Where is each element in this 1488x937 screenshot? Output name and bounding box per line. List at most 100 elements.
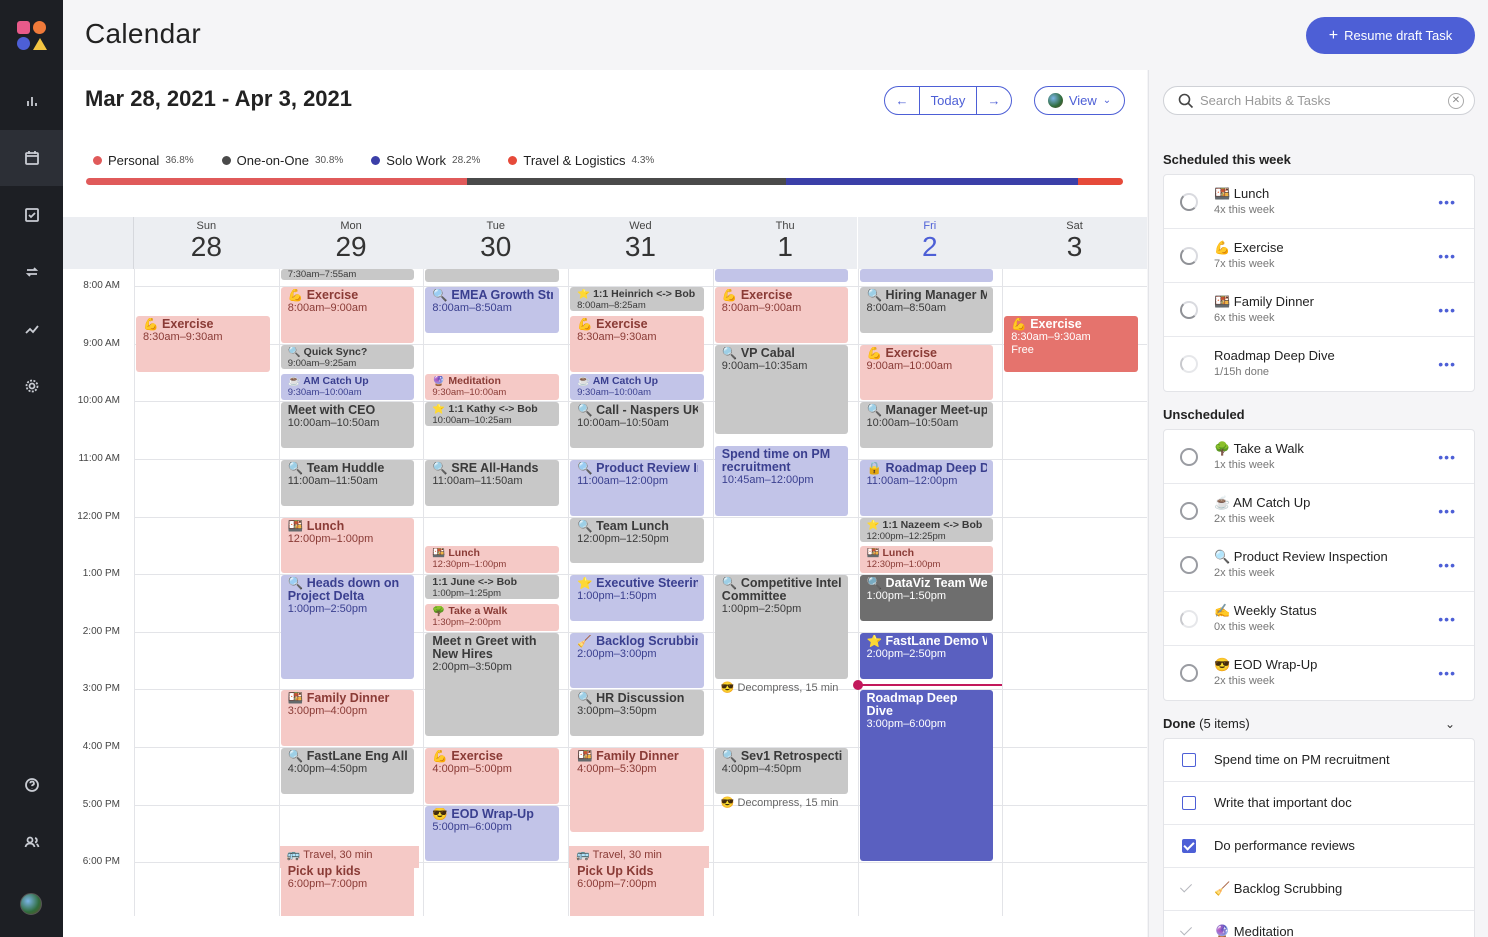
calendar-event[interactable] — [714, 269, 849, 283]
more-options-icon[interactable]: ••• — [1438, 449, 1456, 465]
calendar-event[interactable]: 🔍 Manager Meet-up 10:00am–10:50am — [859, 402, 994, 449]
nav-settings[interactable] — [0, 358, 63, 414]
resume-draft-task-button[interactable]: + Resume draft Task — [1306, 17, 1475, 54]
nav-team[interactable] — [0, 814, 63, 870]
calendar-event[interactable]: 💪 Exercise 8:00am–9:00am — [280, 287, 415, 343]
calendar-event[interactable]: 🔍 HR Discussion 3:00pm–3:50pm — [570, 690, 704, 737]
calendar-event[interactable]: 🔮 Meditation 9:30am–10:00am — [425, 373, 560, 401]
done-task-row[interactable]: Spend time on PM recruitment — [1164, 739, 1474, 782]
habit-row[interactable]: ☕ AM Catch Up 2x this week ••• — [1164, 484, 1474, 538]
calendar-event[interactable]: 🌳 Take a Walk 1:30pm–2:00pm — [425, 604, 560, 631]
calendar-event[interactable]: 🍱 Lunch 12:30pm–1:00pm — [425, 546, 560, 574]
task-checkbox[interactable] — [1182, 796, 1196, 810]
calendar-event[interactable]: ⭐ 1:1 Heinrich <-> Bob 8:00am–8:25am — [570, 287, 704, 312]
checkmark-icon[interactable] — [1179, 923, 1193, 936]
calendar-event[interactable]: 💪 Exercise 4:00pm–5:00pm — [425, 748, 560, 804]
calendar-event[interactable]: ☕ AM Catch Up 9:30am–10:00am — [570, 373, 704, 401]
nav-stats[interactable] — [0, 73, 63, 129]
calendar-event[interactable]: 🔍 Quick Sync? 9:00am–9:25am — [280, 344, 415, 369]
progress-ring-icon[interactable] — [1180, 664, 1198, 682]
clear-search-icon[interactable]: ✕ — [1448, 92, 1464, 109]
task-checkbox[interactable] — [1182, 753, 1196, 767]
more-options-icon[interactable]: ••• — [1438, 248, 1456, 264]
calendar-event[interactable]: 🔍 Team Huddle 11:00am–11:50am — [280, 460, 415, 506]
done-task-row[interactable]: Write that important doc — [1164, 782, 1474, 825]
progress-ring-icon[interactable] — [1180, 448, 1198, 466]
task-checkbox[interactable] — [1182, 839, 1196, 853]
calendar-event[interactable]: 😎 EOD Wrap-Up 5:00pm–6:00pm — [425, 805, 560, 862]
calendar-event[interactable]: 🔍 Call - Naspers UK 10:00am–10:50am — [570, 402, 704, 449]
calendar-event[interactable]: Pick up kids 6:00pm–7:00pm — [280, 863, 415, 916]
search-input[interactable]: Search Habits & Tasks — [1200, 93, 1331, 108]
nav-help[interactable] — [0, 757, 63, 813]
progress-ring-icon[interactable] — [1180, 556, 1198, 574]
calendar-event[interactable]: 🔍 SRE All-Hands 11:00am–11:50am — [425, 460, 560, 506]
habit-row[interactable]: Roadmap Deep Dive 1/15h done ••• — [1164, 337, 1474, 391]
calendar-event[interactable]: ⭐ FastLane Demo Walkthrough2:00pm–2:50pm — [859, 632, 994, 679]
view-dropdown[interactable]: View ⌄ — [1034, 86, 1125, 115]
calendar-event[interactable]: ⭐ 1:1 Kathy <-> Bob 10:00am–10:25am — [425, 402, 560, 427]
day-header[interactable]: Mon 29 — [278, 217, 424, 269]
progress-ring-icon[interactable] — [1180, 610, 1198, 628]
calendar-event[interactable]: Meet with CEO 10:00am–10:50am — [280, 402, 415, 449]
calendar-event[interactable]: 🔍 Competitive Intel Committee 1:00pm–2:50… — [714, 575, 849, 679]
habit-row[interactable]: 💪 Exercise 7x this week ••• — [1164, 229, 1474, 283]
calendar-event[interactable]: 💪 Exercise 9:00am–10:00am — [859, 344, 994, 401]
legend-item[interactable]: Solo Work 28.2% — [371, 153, 480, 168]
day-header[interactable]: Sat 3 — [1002, 217, 1147, 269]
habit-row[interactable]: 🍱 Family Dinner 6x this week ••• — [1164, 283, 1474, 337]
calendar-event[interactable]: 🔍 VP Cabal 9:00am–10:35am — [714, 344, 849, 434]
day-header[interactable]: Tue 30 — [423, 217, 569, 269]
more-options-icon[interactable]: ••• — [1438, 503, 1456, 519]
calendar-event[interactable] — [859, 269, 994, 283]
nav-calendar[interactable] — [0, 130, 63, 186]
calendar-event[interactable]: 💪 Exercise 8:00am–9:00am — [714, 287, 849, 343]
done-task-row[interactable]: 🔮 Meditation — [1164, 911, 1474, 937]
chevron-down-icon[interactable]: ⌄ — [1445, 717, 1455, 731]
next-week-button[interactable]: → — [977, 87, 1011, 114]
calendar-event[interactable]: 🧹 Backlog Scrubbing 2:00pm–3:00pm — [570, 632, 704, 689]
habit-row[interactable]: ✍ Weekly Status 0x this week ••• — [1164, 592, 1474, 646]
calendar-event[interactable]: 🔍 Product Review Inspection11:00am–12:00… — [570, 460, 704, 516]
more-options-icon[interactable]: ••• — [1438, 356, 1456, 372]
calendar-event[interactable]: 💪 Exercise 8:30am–9:30am — [136, 316, 270, 372]
calendar-event[interactable]: 🔍 FastLane Eng All-Hands4:00pm–4:50pm — [280, 748, 415, 794]
done-task-row[interactable]: 🧹 Backlog Scrubbing — [1164, 868, 1474, 911]
calendar-event[interactable]: 🍱 Family Dinner 3:00pm–4:00pm — [280, 690, 415, 747]
calendar-event[interactable]: 🔍 DataViz Team Weekly1:00pm–1:50pm — [859, 575, 994, 622]
progress-ring-icon[interactable] — [1180, 301, 1198, 319]
calendar-event[interactable]: Meet n Greet with New Hires 2:00pm–3:50pm — [425, 632, 560, 737]
calendar-event[interactable]: ⭐ Executive Steering 1:00pm–1:50pm — [570, 575, 704, 622]
legend-item[interactable]: Personal 36.8% — [93, 153, 194, 168]
more-options-icon[interactable]: ••• — [1438, 665, 1456, 681]
calendar-event[interactable]: 🔍 Sev1 Retrospective4:00pm–4:50pm — [714, 748, 849, 794]
progress-ring-icon[interactable] — [1180, 193, 1198, 211]
progress-ring-icon[interactable] — [1180, 502, 1198, 520]
calendar-event[interactable]: ⭐ 1:1 Nazeem <-> Bob 12:00pm–12:25pm — [859, 517, 994, 542]
calendar-event[interactable]: 🔍 1:1 Don Team7:30am–7:55am — [280, 269, 415, 280]
user-avatar[interactable] — [20, 893, 42, 915]
progress-ring-icon[interactable] — [1180, 247, 1198, 265]
more-options-icon[interactable]: ••• — [1438, 611, 1456, 627]
calendar-event[interactable]: 🔍 Hiring Manager Meeting8:00am–8:50am — [859, 287, 994, 334]
more-options-icon[interactable]: ••• — [1438, 302, 1456, 318]
nav-habits[interactable] — [0, 244, 63, 300]
calendar-event[interactable]: 🍱 Lunch 12:30pm–1:00pm — [859, 546, 994, 574]
search-box[interactable]: Search Habits & Tasks ✕ — [1163, 86, 1475, 115]
habit-row[interactable]: 🔍 Product Review Inspection 2x this week •… — [1164, 538, 1474, 592]
more-options-icon[interactable]: ••• — [1438, 557, 1456, 573]
checkmark-icon[interactable] — [1179, 880, 1193, 893]
calendar-event[interactable]: Spend time on PM recruitment 10:45am–12:0… — [714, 445, 849, 516]
app-logo[interactable] — [17, 21, 47, 51]
prev-week-button[interactable]: ← — [885, 87, 919, 114]
calendar-event[interactable]: 🍱 Lunch 12:00pm–1:00pm — [280, 517, 415, 574]
calendar-event[interactable]: 🔍 Heads down on Project Delta 1:00pm–2:50… — [280, 575, 415, 679]
calendar-event[interactable]: 💪 Exercise 8:30am–9:30am Free — [1004, 316, 1138, 372]
habit-row[interactable]: 😎 EOD Wrap-Up 2x this week ••• — [1164, 646, 1474, 700]
more-options-icon[interactable]: ••• — [1438, 194, 1456, 210]
day-header[interactable]: Fri 2 — [857, 217, 1003, 269]
calendar-event[interactable]: ☕ AM Catch Up 9:30am–10:00am — [280, 373, 415, 401]
calendar-event[interactable]: 🔍 Team Lunch 12:00pm–12:50pm — [570, 517, 704, 564]
habit-row[interactable]: 🍱 Lunch 4x this week ••• — [1164, 175, 1474, 229]
day-header[interactable]: Wed 31 — [568, 217, 713, 269]
